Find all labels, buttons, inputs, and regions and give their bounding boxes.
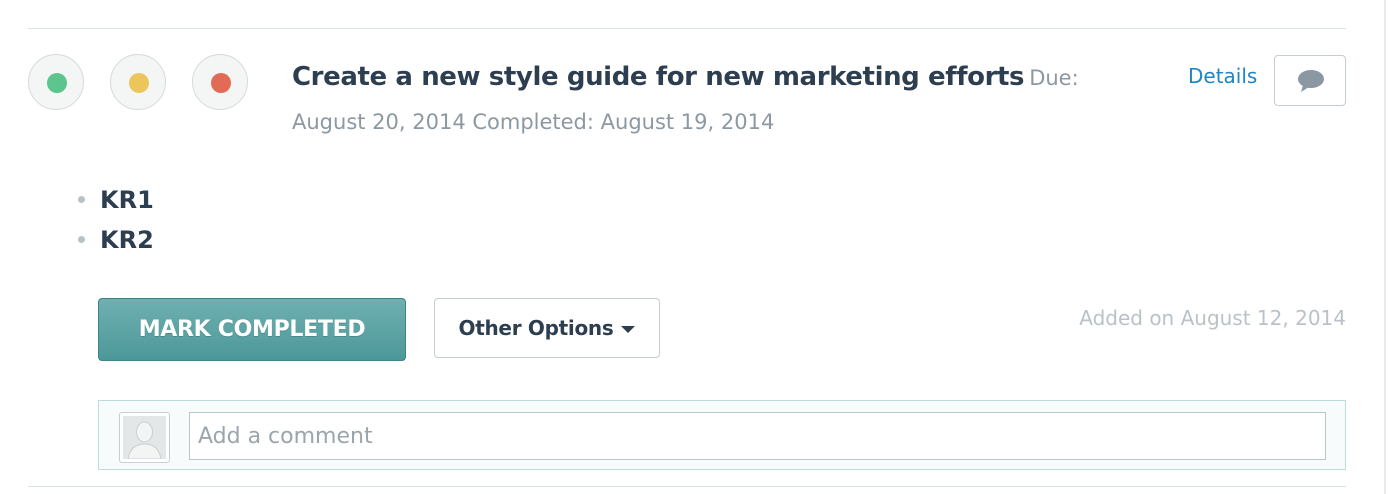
other-options-dropdown[interactable]: Other Options <box>434 298 660 358</box>
details-link[interactable]: Details <box>1188 64 1257 88</box>
comment-composer <box>98 400 1346 470</box>
comments-toggle-button[interactable] <box>1274 55 1346 106</box>
bullet-icon <box>78 236 85 243</box>
other-options-label: Other Options <box>458 316 614 340</box>
avatar <box>119 412 170 463</box>
list-item: KR1 <box>78 180 154 220</box>
top-divider <box>28 28 1346 29</box>
caret-down-icon <box>621 325 636 333</box>
status-red-button[interactable] <box>192 54 248 110</box>
mark-completed-button[interactable]: MARK COMPLETED <box>98 298 406 361</box>
bottom-divider <box>28 486 1346 487</box>
green-dot-icon <box>47 73 67 93</box>
user-silhouette-icon <box>123 416 166 459</box>
key-results-list: KR1 KR2 <box>78 180 154 260</box>
yellow-dot-icon <box>129 73 149 93</box>
right-edge-border <box>1384 0 1386 494</box>
red-dot-icon <box>211 73 231 93</box>
status-green-button[interactable] <box>28 54 84 110</box>
task-title: Create a new style guide for new marketi… <box>292 62 1025 92</box>
bullet-icon <box>78 196 85 203</box>
status-yellow-button[interactable] <box>110 54 166 110</box>
added-on-date: Added on August 12, 2014 <box>1079 306 1346 330</box>
key-result-label: KR2 <box>100 226 154 254</box>
list-item: KR2 <box>78 220 154 260</box>
comment-input[interactable] <box>189 412 1326 460</box>
speech-bubble-icon <box>1298 70 1324 92</box>
task-header: Create a new style guide for new marketi… <box>292 56 1112 145</box>
key-result-label: KR1 <box>100 186 154 214</box>
